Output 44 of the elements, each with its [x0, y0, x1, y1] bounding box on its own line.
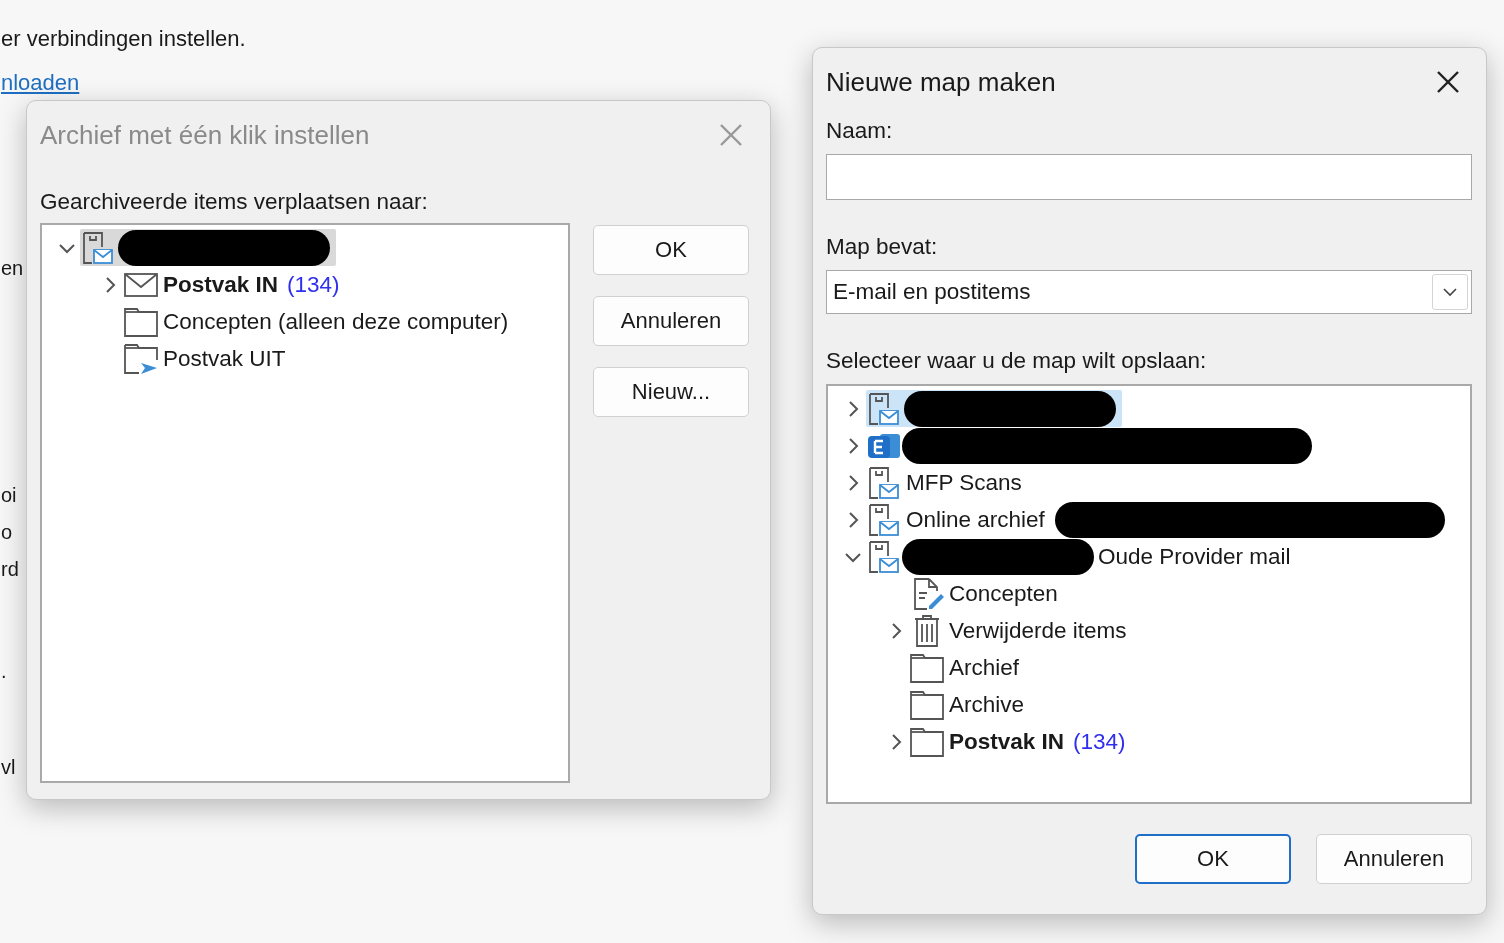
- tree-item-label[interactable]: Online archief: [906, 506, 1045, 533]
- dialog-button[interactable]: OK: [1135, 834, 1291, 884]
- page-text: .: [1, 660, 7, 682]
- tree-item-highlight[interactable]: [80, 229, 336, 266]
- folder-tree[interactable]: Postvak IN (134) Concepten (alleen deze computer) Postvak UIT: [40, 223, 570, 783]
- name-field[interactable]: [826, 154, 1472, 200]
- unread-count: (134): [1073, 728, 1126, 755]
- dialog-button[interactable]: Annuleren: [1316, 834, 1472, 884]
- page-text: er verbindingen instellen.: [1, 26, 246, 51]
- tree-item-label[interactable]: Verwijderde items: [949, 617, 1127, 644]
- tree-label: Selecteer waar u de map wilt opslaan:: [826, 347, 1208, 375]
- page-text: oi: [1, 484, 17, 506]
- dropdown-button[interactable]: [1432, 274, 1468, 310]
- field-label: Naam:: [826, 117, 894, 145]
- mailbox-store-icon: [866, 464, 902, 501]
- mailbox-store-icon: [866, 390, 902, 427]
- page-text: o: [1, 521, 13, 543]
- tree-item-label[interactable]: Postvak UIT: [163, 345, 286, 372]
- tree-item-label[interactable]: MFP Scans: [906, 469, 1022, 496]
- dialog-button[interactable]: OK: [593, 225, 749, 275]
- mailbox-store-icon: [866, 538, 902, 575]
- tree-item-label[interactable]: Concepten: [949, 580, 1058, 607]
- tree-item-label[interactable]: Archief: [949, 654, 1020, 681]
- page-text: en: [1, 257, 24, 279]
- tree-item-highlight[interactable]: [866, 390, 1122, 427]
- dialog-button[interactable]: Annuleren: [593, 296, 749, 346]
- tree-item-label[interactable]: Postvak IN: [163, 271, 279, 298]
- page-text: vl: [1, 756, 16, 778]
- dialog-title: Nieuwe map maken: [826, 66, 1056, 98]
- tree-label: Gearchiveerde items verplaatsen naar:: [40, 188, 429, 216]
- mailbox-store-icon: [866, 501, 902, 538]
- mailbox-store-icon: [80, 229, 116, 266]
- dialog-button[interactable]: Nieuw...: [593, 367, 749, 417]
- tree-item-label[interactable]: Concepten (alleen deze computer): [163, 308, 509, 335]
- field-label: Map bevat:: [826, 233, 939, 261]
- tree-item-label[interactable]: Archive: [949, 691, 1025, 718]
- dialog-title: Archief met één klik instellen: [40, 119, 370, 151]
- folder-tree[interactable]: MFP Scans Online archief Oude Provider mail Concepten Verwijderde items Archief Archive Postvak IN (134): [826, 384, 1472, 804]
- folder-type-dropdown[interactable]: E-mail en postitems: [826, 270, 1472, 314]
- tree-item-label[interactable]: Postvak IN: [949, 728, 1065, 755]
- download-link[interactable]: nloaden: [1, 70, 80, 95]
- page-text: rd: [1, 558, 19, 580]
- unread-count: (134): [287, 271, 340, 298]
- tree-item-label[interactable]: Oude Provider mail: [1098, 543, 1291, 570]
